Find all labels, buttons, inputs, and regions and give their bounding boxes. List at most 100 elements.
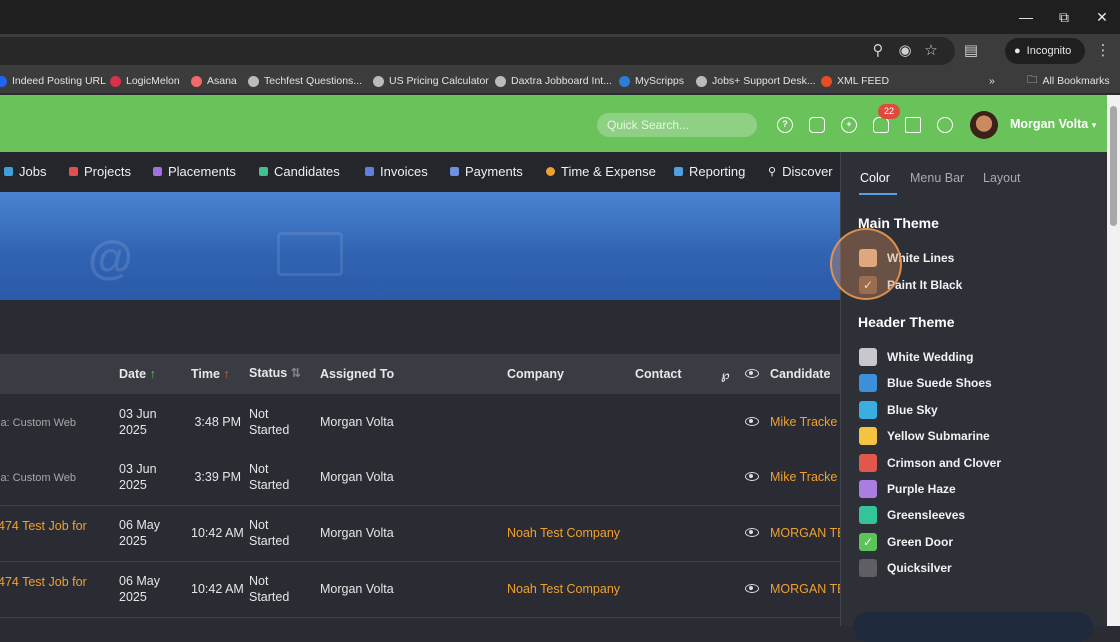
- theme-option[interactable]: White Wedding: [859, 348, 973, 366]
- job-title[interactable]: 474 Test Job for: [0, 574, 87, 590]
- address-bar[interactable]: [0, 37, 955, 65]
- column-header-assigned-to[interactable]: Assigned To: [320, 367, 394, 381]
- candidate-link[interactable]: Mike Tracke: [770, 414, 837, 430]
- bookmarks-bar: Indeed Posting URL LogicMelon Asana Tech…: [0, 68, 1120, 94]
- theme-option[interactable]: ✓ Green Door: [859, 532, 953, 551]
- nav-item-projects[interactable]: Projects: [69, 164, 131, 179]
- eye-icon[interactable]: [745, 584, 759, 593]
- bookmark-item[interactable]: Jobs+ Support Desk...: [696, 73, 816, 89]
- theme-swatch[interactable]: [859, 427, 877, 446]
- theme-option[interactable]: Purple Haze: [859, 480, 956, 498]
- bookmark-icon: [110, 75, 121, 87]
- job-title[interactable]: 474 Test Job for: [0, 518, 87, 534]
- theme-settings-panel: Color Menu Bar Layout Main Theme White L…: [840, 152, 1107, 626]
- app-header: Quick Search... ? + 22 Morgan Volta ▾: [0, 95, 1107, 152]
- date-cell: 03 Jun 2025: [119, 407, 157, 437]
- star-icon[interactable]: ☆: [921, 41, 941, 61]
- nav-item-placements[interactable]: Placements: [153, 164, 236, 179]
- theme-swatch[interactable]: [859, 453, 877, 472]
- browser-title-bar: — ⧉ ✕: [0, 0, 1120, 34]
- briefcase-icon: [153, 167, 162, 176]
- scroll-thumb[interactable]: [1110, 106, 1117, 226]
- column-header-status[interactable]: Status ⇅: [249, 365, 301, 380]
- save-button[interactable]: [853, 612, 1093, 642]
- theme-swatch[interactable]: [859, 400, 877, 419]
- nav-item-payments[interactable]: Payments: [450, 164, 523, 179]
- eye-icon[interactable]: [745, 417, 759, 426]
- nav-item-candidates[interactable]: Candidates: [259, 164, 340, 179]
- column-header-date[interactable]: Date ↑: [119, 367, 156, 381]
- theme-swatch[interactable]: [859, 559, 877, 578]
- column-header-candidate[interactable]: Candidate: [770, 367, 830, 381]
- nav-item-jobs[interactable]: Jobs: [4, 164, 46, 179]
- history-icon[interactable]: [937, 117, 953, 133]
- theme-option[interactable]: Blue Suede Shoes: [859, 374, 992, 393]
- time-cell: 10:42 AM: [191, 582, 244, 596]
- table-row[interactable]: ia: Custom Web 03 Jun 2025 3:48 PM Not Starte…: [0, 395, 840, 451]
- theme-option[interactable]: Crimson and Clover: [859, 453, 1001, 472]
- status-cell: Not Started: [249, 574, 290, 604]
- user-menu[interactable]: Morgan Volta ▾: [1010, 117, 1096, 131]
- tab-color[interactable]: Color: [860, 171, 890, 185]
- nav-item-invoices[interactable]: Invoices: [365, 164, 428, 179]
- candidate-link[interactable]: Mike Tracke: [770, 469, 837, 485]
- theme-option[interactable]: Quicksilver: [859, 559, 952, 578]
- avatar[interactable]: [970, 111, 998, 139]
- bell-icon[interactable]: [873, 117, 889, 133]
- eye-icon: [745, 369, 759, 378]
- theme-option[interactable]: Greensleeves: [859, 506, 966, 525]
- theme-swatch[interactable]: ✓: [859, 532, 877, 551]
- bookmark-item[interactable]: Techfest Questions...: [248, 73, 362, 89]
- flag-icon[interactable]: [905, 117, 921, 133]
- page-scrollbar[interactable]: [1107, 95, 1120, 626]
- table-row[interactable]: ia: Custom Web 03 Jun 2025 3:39 PM Not Starte…: [0, 450, 840, 506]
- bookmark-item[interactable]: Daxtra Jobboard Int...: [495, 73, 612, 89]
- eye-icon[interactable]: [745, 528, 759, 537]
- chat-icon[interactable]: [809, 117, 825, 133]
- column-header-contact[interactable]: Contact: [635, 367, 682, 381]
- eye-icon[interactable]: [745, 472, 759, 481]
- menu-icon[interactable]: ⋮: [1093, 41, 1113, 61]
- quick-search-input[interactable]: Quick Search...: [597, 113, 757, 137]
- column-header-time[interactable]: Time ↑: [191, 367, 230, 381]
- help-icon[interactable]: ?: [777, 117, 793, 133]
- restore-icon[interactable]: ⧉: [1045, 0, 1083, 34]
- calendar-icon: [277, 232, 343, 276]
- theme-label: Greensleeves: [887, 508, 966, 523]
- company-link[interactable]: Noah Test Company: [507, 581, 620, 597]
- tab-search-icon[interactable]: ▤: [961, 41, 981, 61]
- minimize-icon[interactable]: —: [1007, 0, 1045, 34]
- company-link[interactable]: Noah Test Company: [507, 525, 620, 541]
- globe-icon: [495, 75, 506, 87]
- theme-option[interactable]: Yellow Submarine: [859, 427, 990, 446]
- notification-badge: 22: [878, 104, 900, 119]
- table-row[interactable]: 474 Test Job for 06 May 2025 10:42 AM Not Sta…: [0, 506, 854, 562]
- theme-option[interactable]: Blue Sky: [859, 400, 938, 419]
- all-bookmarks-button[interactable]: 🗀 All Bookmarks: [1027, 73, 1110, 89]
- bookmark-item[interactable]: MyScripps: [619, 73, 684, 89]
- theme-swatch[interactable]: [859, 506, 877, 525]
- assigned-to-cell: Morgan Volta: [320, 526, 394, 540]
- nav-item-time-expense[interactable]: Time & Expense: [546, 164, 656, 179]
- more-bookmarks-icon[interactable]: »: [989, 73, 995, 89]
- theme-swatch[interactable]: [859, 348, 877, 366]
- nav-item-reporting[interactable]: Reporting: [674, 164, 745, 179]
- zoom-icon[interactable]: ⚲: [868, 41, 888, 61]
- bookmark-item[interactable]: US Pricing Calculator: [373, 73, 489, 89]
- add-icon[interactable]: +: [841, 117, 857, 133]
- bookmark-item[interactable]: Asana: [191, 73, 237, 89]
- nav-item-discover[interactable]: ⚲ Discover: [768, 164, 833, 179]
- theme-swatch[interactable]: [859, 374, 877, 393]
- bookmark-item[interactable]: Indeed Posting URL: [0, 73, 106, 89]
- column-header-company[interactable]: Company: [507, 367, 564, 381]
- tab-layout[interactable]: Layout: [983, 171, 1021, 185]
- tab-menu-bar[interactable]: Menu Bar: [910, 171, 964, 185]
- close-icon[interactable]: ✕: [1083, 0, 1120, 34]
- theme-swatch[interactable]: [859, 480, 877, 498]
- bookmark-item[interactable]: XML FEED: [821, 73, 889, 89]
- bookmark-item[interactable]: LogicMelon: [110, 73, 180, 89]
- table-row[interactable]: 474 Test Job for 06 May 2025 10:42 AM Not Sta…: [0, 562, 854, 618]
- eye-off-icon[interactable]: ◉: [895, 41, 915, 61]
- incognito-indicator[interactable]: ● Incognito: [1005, 38, 1085, 64]
- time-cell: 10:42 AM: [191, 526, 244, 540]
